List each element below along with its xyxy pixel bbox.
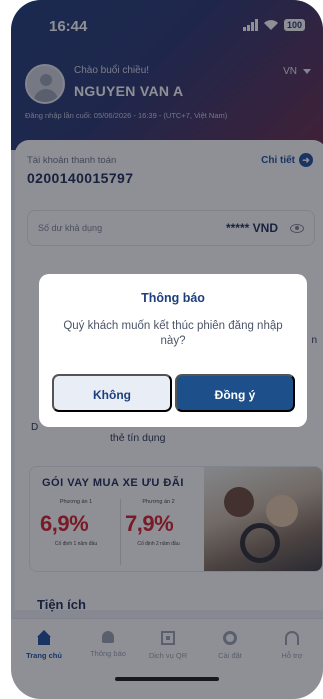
dialog-title: Thông báo <box>141 291 205 305</box>
phone-screen: 16:44 100 Chào buổi chiều! NGUYEN VAN A … <box>11 0 323 699</box>
dialog-message: Quý khách muốn kết thúc phiên đăng nhập … <box>63 320 283 347</box>
confirm-button[interactable]: Đồng ý <box>175 374 295 412</box>
cancel-button[interactable]: Không <box>52 374 172 412</box>
logout-dialog: Thông báo Quý khách muốn kết thúc phiên … <box>39 274 307 427</box>
